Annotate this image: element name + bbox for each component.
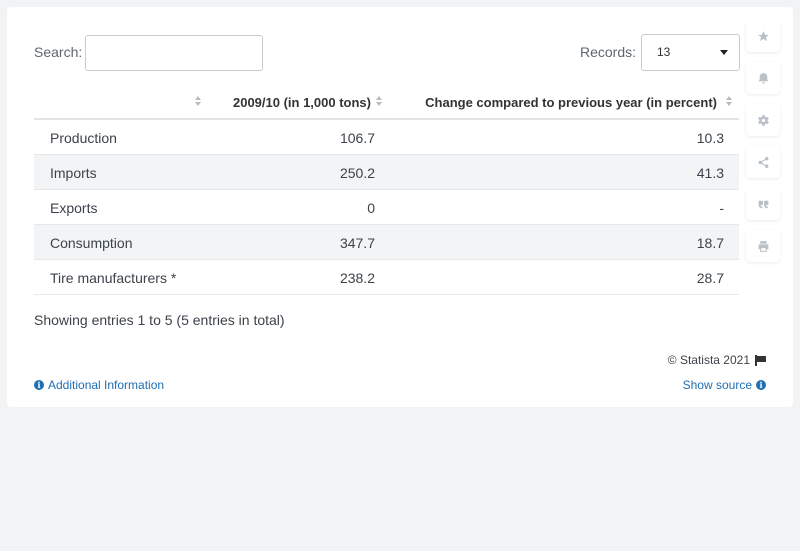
records-label: Records: bbox=[580, 44, 637, 60]
row-label: Tire manufacturers * bbox=[50, 270, 177, 286]
caret-down-icon bbox=[720, 50, 728, 55]
sort-icon[interactable] bbox=[195, 96, 201, 108]
row-label: Consumption bbox=[50, 235, 133, 251]
row-value-tons: 250.2 bbox=[339, 165, 375, 181]
statistic-card: Search: Records: 13 2009/10 (in 1,000 to… bbox=[7, 7, 793, 407]
row-value-tons: 106.7 bbox=[339, 130, 375, 146]
records-selected-value: 13 bbox=[657, 45, 671, 59]
row-value-change: 28.7 bbox=[696, 270, 724, 286]
flag-icon[interactable] bbox=[755, 354, 766, 366]
row-value-tons: 238.2 bbox=[339, 270, 375, 286]
share-icon bbox=[758, 156, 768, 168]
table-header: 2009/10 (in 1,000 tons) Change compared … bbox=[34, 85, 739, 120]
row-label: Exports bbox=[50, 200, 98, 216]
show-source-link[interactable]: Show source i bbox=[683, 378, 766, 392]
print-icon bbox=[758, 240, 768, 252]
star-icon bbox=[757, 30, 769, 41]
copyright-text: © Statista 2021 bbox=[667, 353, 750, 367]
column-header-change[interactable]: Change compared to previous year (in per… bbox=[425, 95, 717, 110]
records-select[interactable]: 13 bbox=[641, 34, 740, 71]
info-icon: i bbox=[756, 380, 766, 390]
row-label: Imports bbox=[50, 165, 97, 181]
gear-icon bbox=[757, 114, 769, 126]
table-row: Consumption 347.7 18.7 bbox=[34, 225, 739, 260]
row-label: Production bbox=[50, 130, 117, 146]
share-button[interactable] bbox=[746, 146, 780, 178]
row-value-change: 18.7 bbox=[696, 235, 724, 251]
table-row: Imports 250.2 41.3 bbox=[34, 155, 739, 190]
notification-button[interactable] bbox=[746, 62, 780, 94]
sort-icon[interactable] bbox=[726, 96, 732, 108]
print-button[interactable] bbox=[746, 230, 780, 262]
data-table: 2009/10 (in 1,000 tons) Change compared … bbox=[34, 85, 739, 295]
additional-information-link[interactable]: i Additional Information bbox=[34, 378, 164, 392]
bell-icon bbox=[758, 72, 768, 84]
additional-information-label: Additional Information bbox=[48, 378, 165, 392]
copyright: © Statista 2021 bbox=[668, 353, 766, 367]
column-header-tons[interactable]: 2009/10 (in 1,000 tons) bbox=[233, 95, 371, 110]
table-row: Tire manufacturers * 238.2 28.7 bbox=[34, 260, 739, 295]
row-value-change: - bbox=[719, 200, 724, 216]
search-input[interactable] bbox=[85, 35, 263, 71]
table-row: Production 106.7 10.3 bbox=[34, 120, 739, 155]
quote-icon bbox=[758, 200, 768, 208]
row-value-tons: 347.7 bbox=[339, 235, 375, 251]
table-row: Exports 0 - bbox=[34, 190, 739, 225]
row-value-tons: 0 bbox=[367, 200, 375, 216]
row-value-change: 10.3 bbox=[696, 130, 724, 146]
search-label: Search: bbox=[34, 44, 83, 60]
row-value-change: 41.3 bbox=[696, 165, 724, 181]
settings-button[interactable] bbox=[746, 104, 780, 136]
cite-button[interactable] bbox=[746, 188, 780, 220]
star-button[interactable] bbox=[746, 20, 780, 52]
sort-icon[interactable] bbox=[376, 96, 382, 108]
show-source-label: Show source bbox=[682, 378, 752, 392]
info-icon: i bbox=[34, 380, 44, 390]
entries-summary: Showing entries 1 to 5 (5 entries in tot… bbox=[34, 312, 285, 328]
